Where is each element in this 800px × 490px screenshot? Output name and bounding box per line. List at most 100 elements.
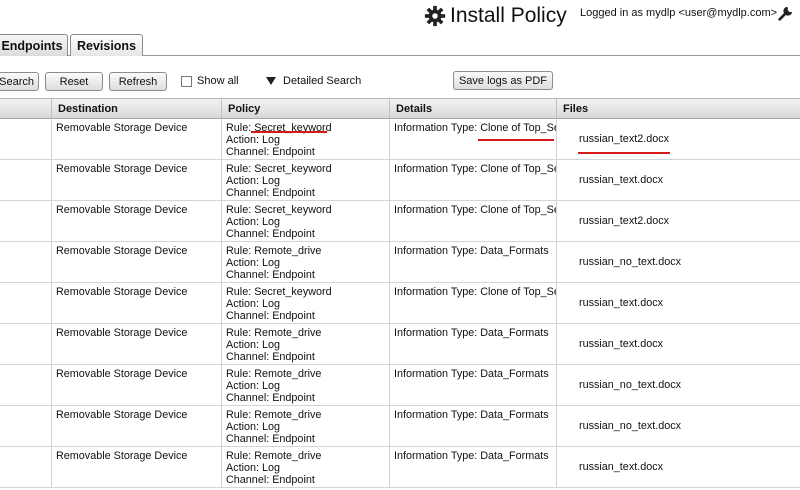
detailed-search-label: Detailed Search bbox=[283, 75, 362, 87]
policy-cell: Rule: Remote_drive Action: Log Channel: En… bbox=[221, 406, 389, 446]
row-id-cell bbox=[0, 406, 51, 446]
table-row[interactable]: Removable Storage Device Rule: Remote_dri… bbox=[0, 447, 800, 488]
policy-action: Action: Log bbox=[226, 380, 281, 392]
details-text: Information Type: Clone of Top_Secret bbox=[394, 286, 556, 298]
install-policy-button[interactable]: Install Policy bbox=[424, 3, 567, 29]
policy-rule: Rule: Remote_drive bbox=[226, 327, 322, 339]
file-link[interactable]: russian_text.docx bbox=[579, 461, 663, 473]
details-cell: Information Type: Data_Formats bbox=[389, 406, 556, 446]
file-link[interactable]: russian_no_text.docx bbox=[579, 379, 681, 391]
tab-revisions-label: Revisions bbox=[76, 38, 137, 53]
destination-cell: Removable Storage Device bbox=[51, 283, 221, 323]
column-header-destination[interactable]: Destination bbox=[51, 99, 221, 119]
policy-channel: Channel: Endpoint bbox=[226, 228, 315, 240]
details-cell: Information Type: Clone of Top_Secret bbox=[389, 201, 556, 241]
policy-rule: Rule: Remote_drive bbox=[226, 368, 322, 380]
table-row[interactable]: Removable Storage Device Rule: Secret_key… bbox=[0, 119, 800, 160]
table-header: Destination Policy Details Files bbox=[0, 98, 800, 119]
tab-endpoints[interactable]: Endpoints bbox=[0, 34, 68, 56]
destination-text: Removable Storage Device bbox=[56, 204, 188, 216]
policy-channel: Channel: Endpoint bbox=[226, 269, 315, 281]
table-row[interactable]: Removable Storage Device Rule: Secret_key… bbox=[0, 201, 800, 242]
destination-cell: Removable Storage Device bbox=[51, 242, 221, 282]
details-text: Information Type: Clone of Top_Secret bbox=[394, 122, 556, 134]
tab-bar: Endpoints Revisions bbox=[0, 34, 800, 56]
policy-action: Action: Log bbox=[226, 339, 281, 351]
policy-channel: Channel: Endpoint bbox=[226, 392, 315, 404]
policy-action: Action: Log bbox=[226, 257, 281, 269]
refresh-button[interactable]: Refresh bbox=[109, 72, 167, 91]
policy-action: Action: Log bbox=[226, 421, 281, 433]
column-header-files[interactable]: Files bbox=[556, 99, 800, 119]
files-cell: russian_text.docx bbox=[556, 324, 800, 364]
policy-cell: Rule: Secret_keyword Action: Log Channel: … bbox=[221, 283, 389, 323]
table-row[interactable]: Removable Storage Device Rule: Remote_dri… bbox=[0, 324, 800, 365]
destination-text: Removable Storage Device bbox=[56, 368, 188, 380]
policy-cell: Rule: Remote_drive Action: Log Channel: En… bbox=[221, 447, 389, 487]
file-link[interactable]: russian_text2.docx bbox=[579, 215, 669, 227]
destination-text: Removable Storage Device bbox=[56, 163, 188, 175]
policy-cell: Rule: Secret_keyword Action: Log Channel: … bbox=[221, 119, 389, 159]
table-row[interactable]: Removable Storage Device Rule: Remote_dri… bbox=[0, 406, 800, 447]
tab-revisions[interactable]: Revisions bbox=[70, 34, 143, 56]
triangle-down-icon bbox=[266, 77, 276, 85]
save-pdf-button[interactable]: Save logs as PDF bbox=[453, 71, 553, 90]
destination-text: Removable Storage Device bbox=[56, 122, 188, 134]
install-policy-label: Install Policy bbox=[450, 4, 567, 27]
table-row[interactable]: Removable Storage Device Rule: Secret_key… bbox=[0, 160, 800, 201]
search-button-label: Search bbox=[0, 75, 34, 88]
policy-channel: Channel: Endpoint bbox=[226, 187, 315, 199]
table-body: Removable Storage Device Rule: Secret_key… bbox=[0, 119, 800, 488]
save-pdf-button-label: Save logs as PDF bbox=[458, 74, 548, 87]
row-id-cell bbox=[0, 201, 51, 241]
policy-rule: Rule: Remote_drive bbox=[226, 409, 322, 421]
policy-rule: Rule: Remote_drive bbox=[226, 450, 322, 462]
table-row[interactable]: Removable Storage Device Rule: Secret_key… bbox=[0, 283, 800, 324]
table-row[interactable]: Removable Storage Device Rule: Remote_dri… bbox=[0, 365, 800, 406]
details-text: Information Type: Data_Formats bbox=[394, 368, 549, 380]
policy-action: Action: Log bbox=[226, 134, 281, 146]
tab-endpoints-label: Endpoints bbox=[1, 38, 63, 53]
files-cell: russian_text.docx bbox=[556, 160, 800, 200]
wrench-icon[interactable] bbox=[777, 4, 795, 22]
annotation-underline bbox=[478, 139, 554, 141]
files-cell: russian_text2.docx bbox=[556, 201, 800, 241]
column-header-policy[interactable]: Policy bbox=[221, 99, 389, 119]
file-link[interactable]: russian_text.docx bbox=[579, 174, 663, 186]
details-cell: Information Type: Clone of Top_Secret bbox=[389, 160, 556, 200]
files-cell: russian_no_text.docx bbox=[556, 242, 800, 282]
destination-cell: Removable Storage Device bbox=[51, 365, 221, 405]
file-link[interactable]: russian_no_text.docx bbox=[579, 256, 681, 268]
show-all-checkbox[interactable] bbox=[181, 75, 192, 87]
destination-cell: Removable Storage Device bbox=[51, 119, 221, 159]
policy-rule: Rule: Secret_keyword bbox=[226, 204, 332, 216]
details-cell: Information Type: Data_Formats bbox=[389, 324, 556, 364]
log-toolbar: Search Reset Refresh Show all Detailed S… bbox=[0, 56, 800, 98]
file-link[interactable]: russian_no_text.docx bbox=[579, 420, 681, 432]
file-link[interactable]: russian_text.docx bbox=[579, 297, 663, 309]
destination-cell: Removable Storage Device bbox=[51, 324, 221, 364]
table-row[interactable]: Removable Storage Device Rule: Remote_dri… bbox=[0, 242, 800, 283]
details-text: Information Type: Clone of Top_Secret bbox=[394, 204, 556, 216]
policy-rule: Rule: Secret_keyword bbox=[226, 163, 332, 175]
files-cell: russian_no_text.docx bbox=[556, 365, 800, 405]
policy-rule: Rule: Remote_drive bbox=[226, 245, 322, 257]
reset-button[interactable]: Reset bbox=[45, 72, 103, 91]
column-header-details[interactable]: Details bbox=[389, 99, 556, 119]
row-id-cell bbox=[0, 160, 51, 200]
file-link[interactable]: russian_text2.docx bbox=[579, 133, 669, 145]
policy-action: Action: Log bbox=[226, 298, 281, 310]
policy-channel: Channel: Endpoint bbox=[226, 433, 315, 445]
detailed-search-toggle[interactable]: Detailed Search bbox=[266, 75, 361, 87]
top-bar: Install Policy Logged in as mydlp <user@… bbox=[0, 0, 800, 34]
search-button[interactable]: Search bbox=[0, 72, 39, 91]
policy-action: Action: Log bbox=[226, 175, 281, 187]
column-header-hidden[interactable] bbox=[0, 99, 51, 119]
annotation-underline bbox=[251, 131, 327, 133]
file-link[interactable]: russian_text.docx bbox=[579, 338, 663, 350]
policy-action: Action: Log bbox=[226, 462, 281, 474]
show-all-toggle[interactable]: Show all bbox=[181, 75, 239, 87]
details-cell: Information Type: Data_Formats bbox=[389, 447, 556, 487]
row-id-cell bbox=[0, 242, 51, 282]
row-id-cell bbox=[0, 119, 51, 159]
